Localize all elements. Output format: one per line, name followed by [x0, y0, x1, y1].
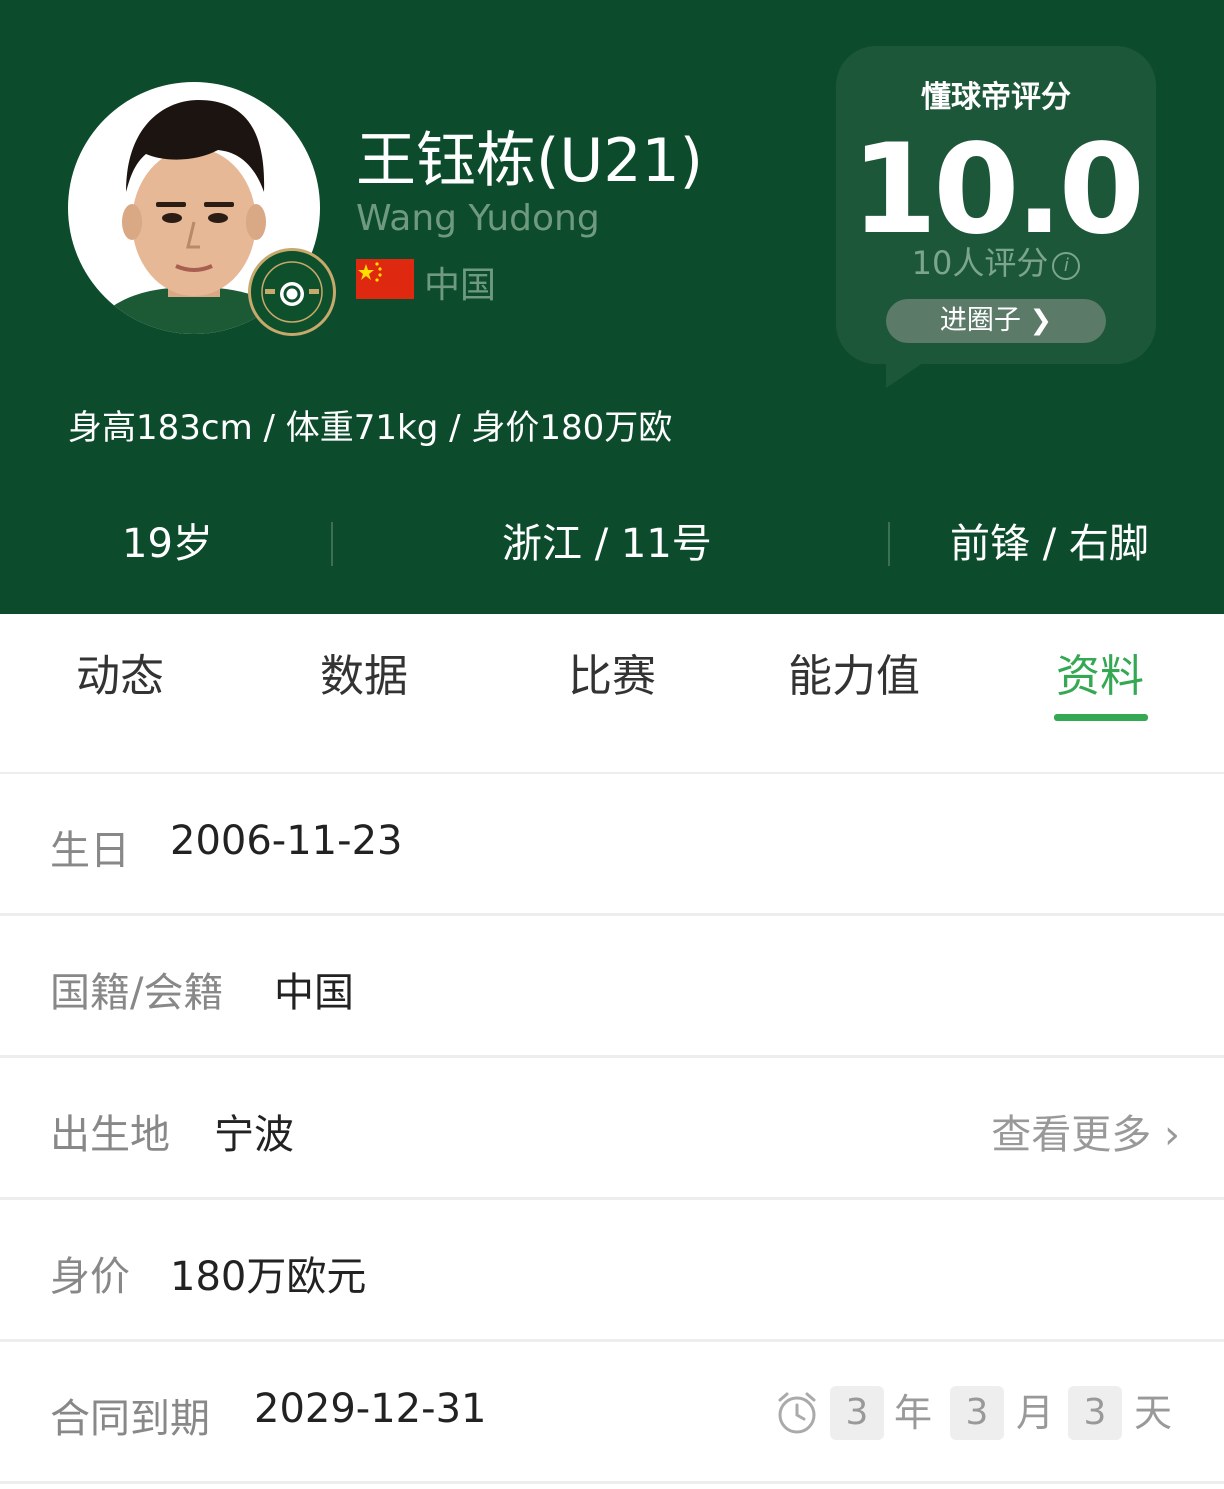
enter-circle-button[interactable]: 进圈子 ❯: [886, 299, 1106, 343]
player-club-number[interactable]: 浙江 / 11号: [502, 514, 712, 574]
profile-row-value: 身价 180万欧元: [0, 1200, 1224, 1342]
tab-news[interactable]: 动态: [76, 640, 164, 704]
countdown-year-unit: 年: [894, 1391, 933, 1435]
player-name-english: Wang Yudong: [356, 198, 600, 239]
birthday-value: 2006-11-23: [170, 818, 403, 864]
player-age: 19岁: [122, 521, 213, 567]
profile-row-contract: 合同到期 2029-12-31 3 年 3 月 3 天: [0, 1342, 1224, 1484]
contract-end-date: 2029-12-31: [254, 1386, 487, 1432]
birthday-label: 生日: [50, 828, 130, 874]
player-avatar: [68, 82, 336, 336]
info-icon[interactable]: i: [1052, 252, 1081, 280]
player-nationality: 中国: [424, 265, 497, 306]
contract-label: 合同到期: [50, 1396, 210, 1442]
rating-count-label: 10人评分: [911, 244, 1049, 282]
rating-card: 懂球帝评分 10.0 10人评分 i 进圈子 ❯: [836, 46, 1156, 364]
countdown-months: 3: [950, 1386, 1004, 1440]
player-body-info: 身高183cm / 体重71kg / 身价180万欧: [68, 408, 673, 448]
club-badge-icon: [248, 248, 336, 336]
china-flag-icon: [356, 259, 414, 299]
tab-stats[interactable]: 数据: [320, 640, 408, 704]
countdown-days: 3: [1068, 1386, 1122, 1440]
tab-ability[interactable]: 能力值: [788, 640, 920, 704]
nationality-value: 中国: [274, 970, 354, 1016]
player-position-foot: 前锋 / 右脚: [950, 521, 1149, 567]
view-more-link[interactable]: 查看更多 ›: [991, 1102, 1180, 1160]
player-name: 王钰栋(U21): [356, 126, 704, 196]
profile-row-nationality: 国籍/会籍 中国: [0, 916, 1224, 1058]
countdown-day-unit: 天: [1134, 1391, 1173, 1435]
tab-matches[interactable]: 比赛: [568, 640, 656, 704]
countdown-years: 3: [830, 1386, 884, 1440]
birthplace-label: 出生地: [50, 1112, 170, 1158]
tab-bar: 动态 数据 比赛 能力值 资料: [0, 614, 1224, 775]
countdown-month-unit: 月: [1016, 1391, 1055, 1435]
active-tab-indicator: [1054, 714, 1148, 721]
rating-count: 10人评分 i: [836, 238, 1156, 284]
birthplace-value: 宁波: [214, 1112, 294, 1158]
alarm-clock-icon: [778, 1392, 816, 1434]
profile-row-birthplace[interactable]: 出生地 宁波 查看更多 ›: [0, 1058, 1224, 1200]
stats-divider: [331, 522, 333, 566]
market-value: 180万欧元: [170, 1254, 367, 1300]
tab-profile[interactable]: 资料: [1056, 640, 1144, 704]
nationality-label: 国籍/会籍: [50, 970, 224, 1016]
stats-divider: [888, 522, 890, 566]
player-header: 王钰栋(U21) Wang Yudong 中国 身高183cm / 体重71kg…: [0, 0, 1224, 614]
value-label: 身价: [50, 1254, 130, 1300]
player-stats-row: 19岁 浙江 / 11号 前锋 / 右脚: [0, 514, 1224, 574]
profile-row-birthday: 生日 2006-11-23: [0, 774, 1224, 916]
rating-title: 懂球帝评分: [921, 80, 1071, 115]
